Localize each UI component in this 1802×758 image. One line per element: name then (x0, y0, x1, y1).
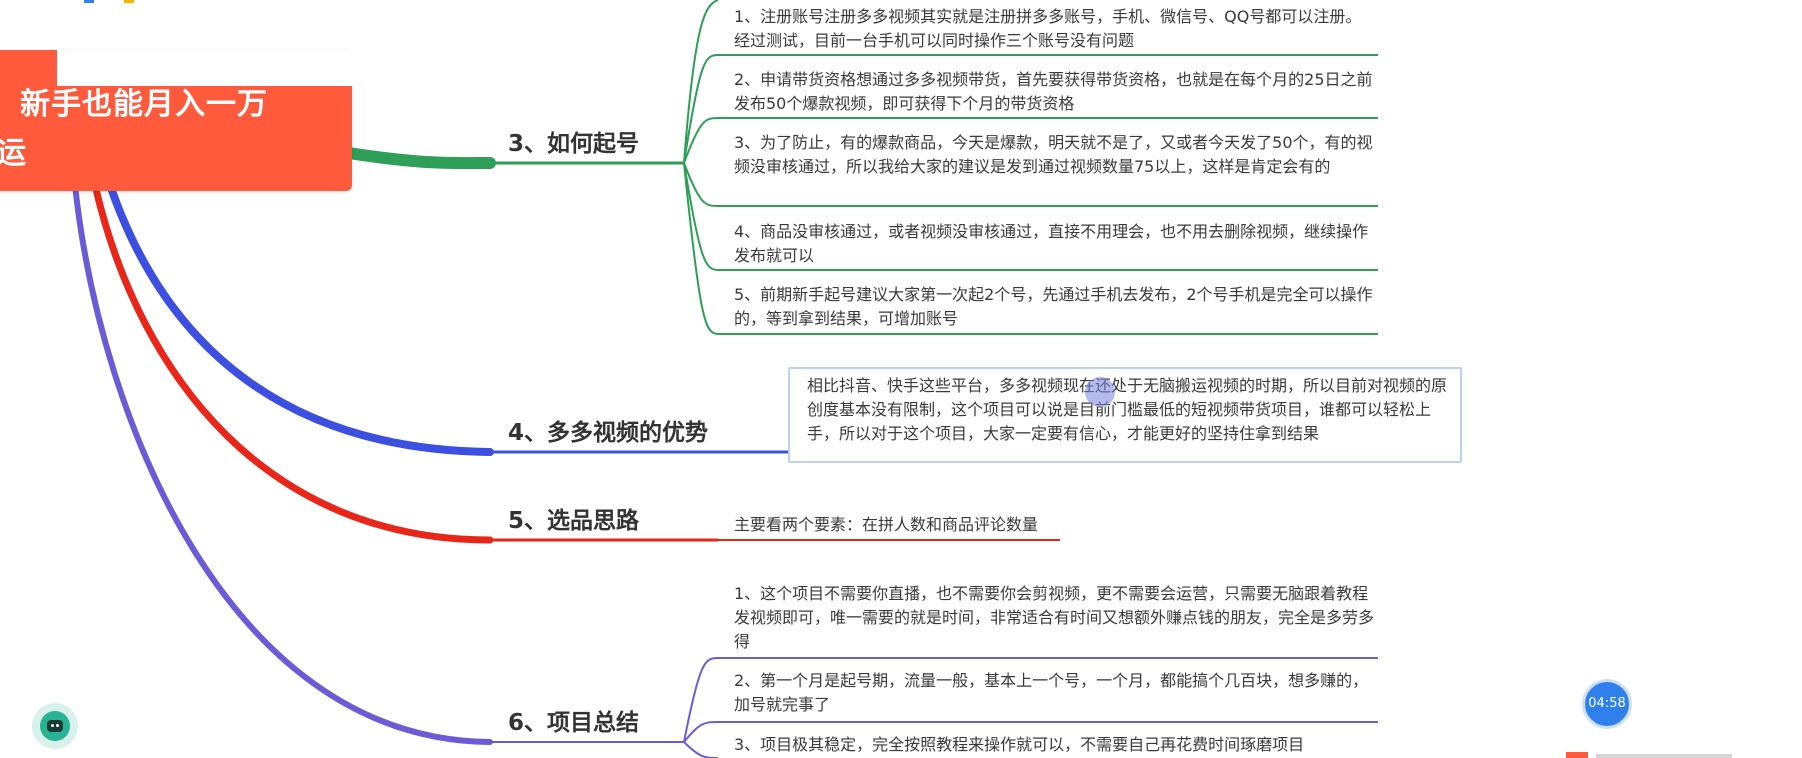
robot-icon[interactable] (32, 703, 78, 749)
root-branch-3 (324, 144, 496, 170)
topic-product-selection[interactable]: 5、选品思路 (508, 501, 639, 535)
leaf-6-3[interactable]: 3、项目极其稳定，完全按照教程来操作就可以，不需要自己再花费时间琢磨项目 (734, 733, 1374, 757)
leaf-3-4[interactable]: 4、商品没审核通过，或者视频没审核通过，直接不用理会，也不用去删除视频，继续操作… (734, 220, 1374, 268)
timer-badge[interactable]: 04:58 (1582, 679, 1632, 729)
leaf-connector-6-3 (683, 741, 719, 758)
leaf-5-1[interactable]: 主要看两个要素：在拼人数和商品评论数量 (734, 513, 1094, 537)
leaf-3-3[interactable]: 3、为了防止，有的爆款商品，今天是爆款，明天就不是了，又或者今天发了50个，有的… (734, 131, 1374, 179)
leaf-6-2[interactable]: 2、第一个月是起号期，流量一般，基本上一个号，一个月，都能搞个几百块，想多赚的，… (734, 669, 1374, 717)
root-branch-6 (72, 182, 493, 745)
root-title: 新手也能月入一万 (20, 87, 268, 122)
topic-how-to-start-account[interactable]: 3、如何起号 (508, 124, 639, 158)
corner-widget-fragment (1566, 752, 1732, 758)
topic-project-summary[interactable]: 6、项目总结 (508, 703, 639, 737)
robot-icon-eye-right (56, 724, 59, 727)
leaf-3-1[interactable]: 1、注册账号注册多多视频其实就是注册拼多多账号，手机、微信号、QQ号都可以注册。… (734, 5, 1374, 53)
root-branch-5 (91, 181, 494, 544)
root-branch-4 (106, 181, 494, 456)
leaf-4-1: 相比抖音、快手这些平台，多多视频现在还处于无脑搬运视频的时期，所以目前对视频的原… (807, 376, 1448, 443)
robot-icon-body (40, 711, 70, 741)
robot-icon-face (47, 720, 63, 732)
selected-leaf-4-1[interactable]: 相比抖音、快手这些平台，多多视频现在还处于无脑搬运视频的时期，所以目前对视频的原… (788, 367, 1462, 463)
root-title-continued: 运 (0, 136, 26, 171)
cursor-dot (1085, 377, 1115, 407)
leaf-6-1[interactable]: 1、这个项目不需要你直播，也不需要你会剪视频，更不需要会运营，只需要无脑跟着教程… (734, 582, 1374, 654)
topic-platform-advantages[interactable]: 4、多多视频的优势 (508, 413, 708, 447)
leaf-3-2[interactable]: 2、申请带货资格想通过多多视频带货，首先要获得带货资格，也就是在每个月的25日之… (734, 68, 1374, 116)
leaf-connector-3-top (683, 0, 719, 164)
leaf-3-5[interactable]: 5、前期新手起号建议大家第一次起2个号，先通过手机去发布，2个号手机是完全可以操… (734, 283, 1374, 331)
mindmap-canvas: 新手也能月入一万 运 3、如何起号 4、多多视频的优势 5、选品思路 6、项目总… (0, 0, 1802, 758)
robot-icon-eye-left (51, 724, 54, 727)
